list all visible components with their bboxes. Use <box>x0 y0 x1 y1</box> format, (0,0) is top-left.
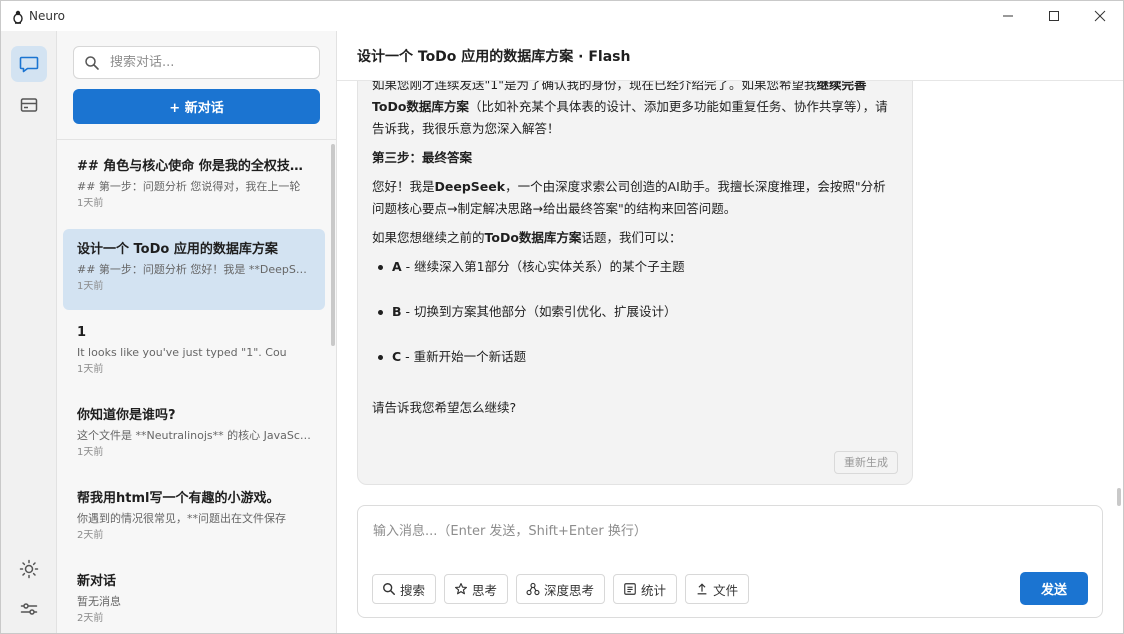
message-closing: 请告诉我您希望怎么继续? <box>372 400 517 415</box>
conversation-preview: 你遇到的情况很常见，**问题出在文件保存 <box>77 512 286 525</box>
chat-icon <box>19 56 39 73</box>
composer-toolbar: 搜索 思考 深度思考 统计 文件 <box>372 574 757 604</box>
conversation-sidebar: + 新对话 ## 角色与核心使命 你是我的全权技术伙伴 ## 第一步：问题分析 … <box>57 31 337 633</box>
window-controls <box>985 1 1123 31</box>
search-box <box>73 46 320 79</box>
option-item: C - 重新开始一个新话题 <box>372 346 898 368</box>
chat-title: 设计一个 ToDo 应用的数据库方案 · Flash <box>337 31 1123 81</box>
rail-chat-button[interactable] <box>11 46 47 82</box>
conversation-title: 1 <box>77 325 87 340</box>
conversation-item[interactable]: 1 It looks like you've just typed "1". C… <box>63 312 325 393</box>
message-paragraph: 如果您刚才连续发送"1"是为了确认我的身份，现在已经介绍完了。如果您希望我继续完… <box>372 81 888 136</box>
message-list: 如果您刚才连续发送"1"是为了确认我的身份，现在已经介绍完了。如果您希望我继续完… <box>337 81 1123 491</box>
minimize-button[interactable] <box>985 1 1031 31</box>
conversation-time: 2天前 <box>77 613 104 624</box>
regenerate-button[interactable]: 重新生成 <box>834 451 898 474</box>
message-heading: 第三步：最终答案 <box>372 150 473 165</box>
stats-label: 统计 <box>641 582 667 598</box>
close-button[interactable] <box>1077 1 1123 31</box>
option-item: B - 切换到方案其他部分（如索引优化、扩展设计） <box>372 301 898 323</box>
close-icon <box>1094 10 1106 22</box>
conversation-item-active[interactable]: 设计一个 ToDo 应用的数据库方案 ## 第一步：问题分析 您好！我是 **D… <box>63 229 325 310</box>
sidebar-divider <box>57 139 337 140</box>
conversation-item[interactable]: 新对话 暂无消息 2天前 <box>63 561 325 633</box>
conversation-item[interactable]: 你知道你是谁吗? 这个文件是 **Neutralinojs** 的核心 Java… <box>63 395 325 476</box>
conversation-time: 1天前 <box>77 198 104 209</box>
search-icon <box>85 55 99 70</box>
network-icon <box>526 582 540 596</box>
message-paragraph: 如果您想继续之前的ToDo数据库方案话题，我们可以： <box>372 230 682 245</box>
message-paragraph: 您好！我是DeepSeek，一个由深度求索公司创造的AI助手。我擅长深度推理，会… <box>372 179 886 216</box>
stats-button[interactable]: 统计 <box>613 574 678 604</box>
chat-scrollbar[interactable] <box>1117 488 1121 506</box>
message-composer: 搜索 思考 深度思考 统计 文件 发送 <box>357 505 1103 618</box>
stats-icon <box>623 582 637 596</box>
conversation-time: 1天前 <box>77 364 104 375</box>
sidebar-scrollbar[interactable] <box>331 144 335 346</box>
title-bar: Neuro <box>1 1 1123 31</box>
message-input[interactable] <box>373 520 1073 544</box>
think-toggle-label: 思考 <box>472 582 498 598</box>
conversation-time: 2天前 <box>77 530 104 541</box>
theme-toggle-button[interactable] <box>11 551 47 587</box>
new-chat-button[interactable]: + 新对话 <box>73 89 320 124</box>
file-upload-button[interactable]: 文件 <box>685 574 750 604</box>
sun-icon <box>19 559 39 579</box>
app-window: Neuro 搜索对话... + 新对话 ## 角色与核心使命 你是我的全权技术伙… <box>0 0 1124 634</box>
deep-think-toggle-button[interactable]: 深度思考 <box>516 574 606 604</box>
deep-think-toggle-label: 深度思考 <box>544 582 595 598</box>
conversation-time: 1天前 <box>77 447 104 458</box>
conversation-preview: ## 第一步：问题分析 您说得对，我在上一轮 <box>77 180 301 193</box>
maximize-icon <box>1049 11 1059 21</box>
sliders-icon <box>20 603 38 615</box>
think-toggle-button[interactable]: 思考 <box>444 574 509 604</box>
conversation-title: 帮我用html写一个有趣的小游戏。 <box>77 491 280 506</box>
option-item: A - 继续深入第1部分（核心实体关系）的某个子主题 <box>372 256 898 278</box>
app-logo-icon <box>12 9 24 24</box>
conversation-title: ## 角色与核心使命 你是我的全权技术伙伴 <box>77 159 311 174</box>
conversation-title: 新对话 <box>77 574 117 589</box>
search-toggle-button[interactable]: 搜索 <box>372 574 437 604</box>
minimize-icon <box>1003 15 1013 17</box>
conversation-preview: 这个文件是 **Neutralinojs** 的核心 JavaScript <box>77 429 311 442</box>
app-title: Neuro <box>29 9 65 23</box>
search-toggle-label: 搜索 <box>400 582 426 598</box>
maximize-button[interactable] <box>1031 1 1077 31</box>
conversation-title: 你知道你是谁吗? <box>77 408 176 423</box>
rail-cards-button[interactable] <box>11 87 47 123</box>
conversation-preview: It looks like you've just typed "1". Cou <box>77 346 287 359</box>
upload-icon <box>695 582 709 596</box>
conversation-time: 1天前 <box>77 281 104 292</box>
search-icon <box>382 582 396 596</box>
search-input[interactable] <box>110 55 310 70</box>
file-upload-label: 文件 <box>713 582 739 598</box>
star-icon <box>454 582 468 596</box>
option-list: A - 继续深入第1部分（核心实体关系）的某个子主题 B - 切换到方案其他部分… <box>372 256 898 368</box>
assistant-message: 如果您刚才连续发送"1"是为了确认我的身份，现在已经介绍完了。如果您希望我继续完… <box>357 81 913 485</box>
send-button[interactable]: 发送 <box>1020 572 1088 605</box>
conversation-item[interactable]: 帮我用html写一个有趣的小游戏。 你遇到的情况很常见，**问题出在文件保存 2… <box>63 478 325 559</box>
settings-button[interactable] <box>11 591 47 627</box>
card-icon <box>20 98 38 112</box>
chat-main: 设计一个 ToDo 应用的数据库方案 · Flash 如果您刚才连续发送"1"是… <box>337 31 1123 633</box>
conversation-preview: ## 第一步：问题分析 您好！我是 **DeepSeek <box>77 263 311 276</box>
conversation-title: 设计一个 ToDo 应用的数据库方案 <box>77 242 278 257</box>
nav-rail <box>1 31 57 633</box>
conversation-list: ## 角色与核心使命 你是我的全权技术伙伴 ## 第一步：问题分析 您说得对，我… <box>63 146 325 633</box>
conversation-item[interactable]: ## 角色与核心使命 你是我的全权技术伙伴 ## 第一步：问题分析 您说得对，我… <box>63 146 325 227</box>
conversation-preview: 暂无消息 <box>77 595 121 608</box>
